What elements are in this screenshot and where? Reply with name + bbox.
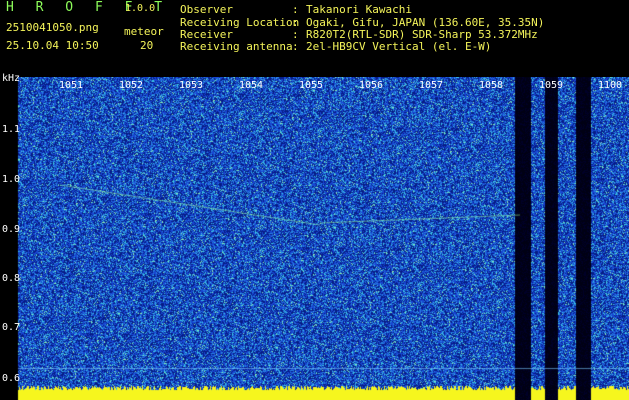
y-tick-label: 0.9 xyxy=(2,224,21,235)
antenna-label: Receiving antenna xyxy=(180,40,293,53)
y-tick-label: 1.1 xyxy=(2,124,21,135)
time-tick-label: 1058 xyxy=(479,80,504,91)
axis-unit-label: kHz xyxy=(2,73,21,84)
y-tick-label: 1.0 xyxy=(2,174,21,185)
datetime: 25.10.04 10:50 xyxy=(6,39,99,52)
observer-value: Takanori Kawachi xyxy=(306,3,412,16)
time-tick-label: 1054 xyxy=(239,80,264,91)
antenna-separator: : xyxy=(292,40,299,53)
y-tick-label: 0.6 xyxy=(2,373,21,384)
spectrogram-canvas xyxy=(0,77,629,400)
observer-label: Observer xyxy=(180,3,233,16)
y-tick-label: 0.7 xyxy=(2,322,21,333)
app-version: 1.0.0 xyxy=(125,3,156,14)
time-tick-label: 1053 xyxy=(179,80,204,91)
time-tick-label: 1057 xyxy=(419,80,444,91)
meteor-count: 20 xyxy=(140,39,154,52)
time-tick-label: 1055 xyxy=(299,80,324,91)
observer-separator: : xyxy=(292,3,299,16)
antenna-value: 2el-HB9CV Vertical (el. E-W) xyxy=(306,40,492,53)
time-tick-label: 1059 xyxy=(539,80,564,91)
time-tick-label: 1100 xyxy=(598,80,623,91)
meteor-label: meteor xyxy=(124,25,164,38)
header-panel: H R O F F T 1.0.0 2510041050.png 25.10.0… xyxy=(0,0,629,76)
filename: 2510041050.png xyxy=(6,21,99,34)
y-tick-label: 0.8 xyxy=(2,273,21,284)
time-tick-label: 1056 xyxy=(359,80,384,91)
time-tick-label: 1051 xyxy=(59,80,84,91)
time-tick-label: 1052 xyxy=(119,80,144,91)
